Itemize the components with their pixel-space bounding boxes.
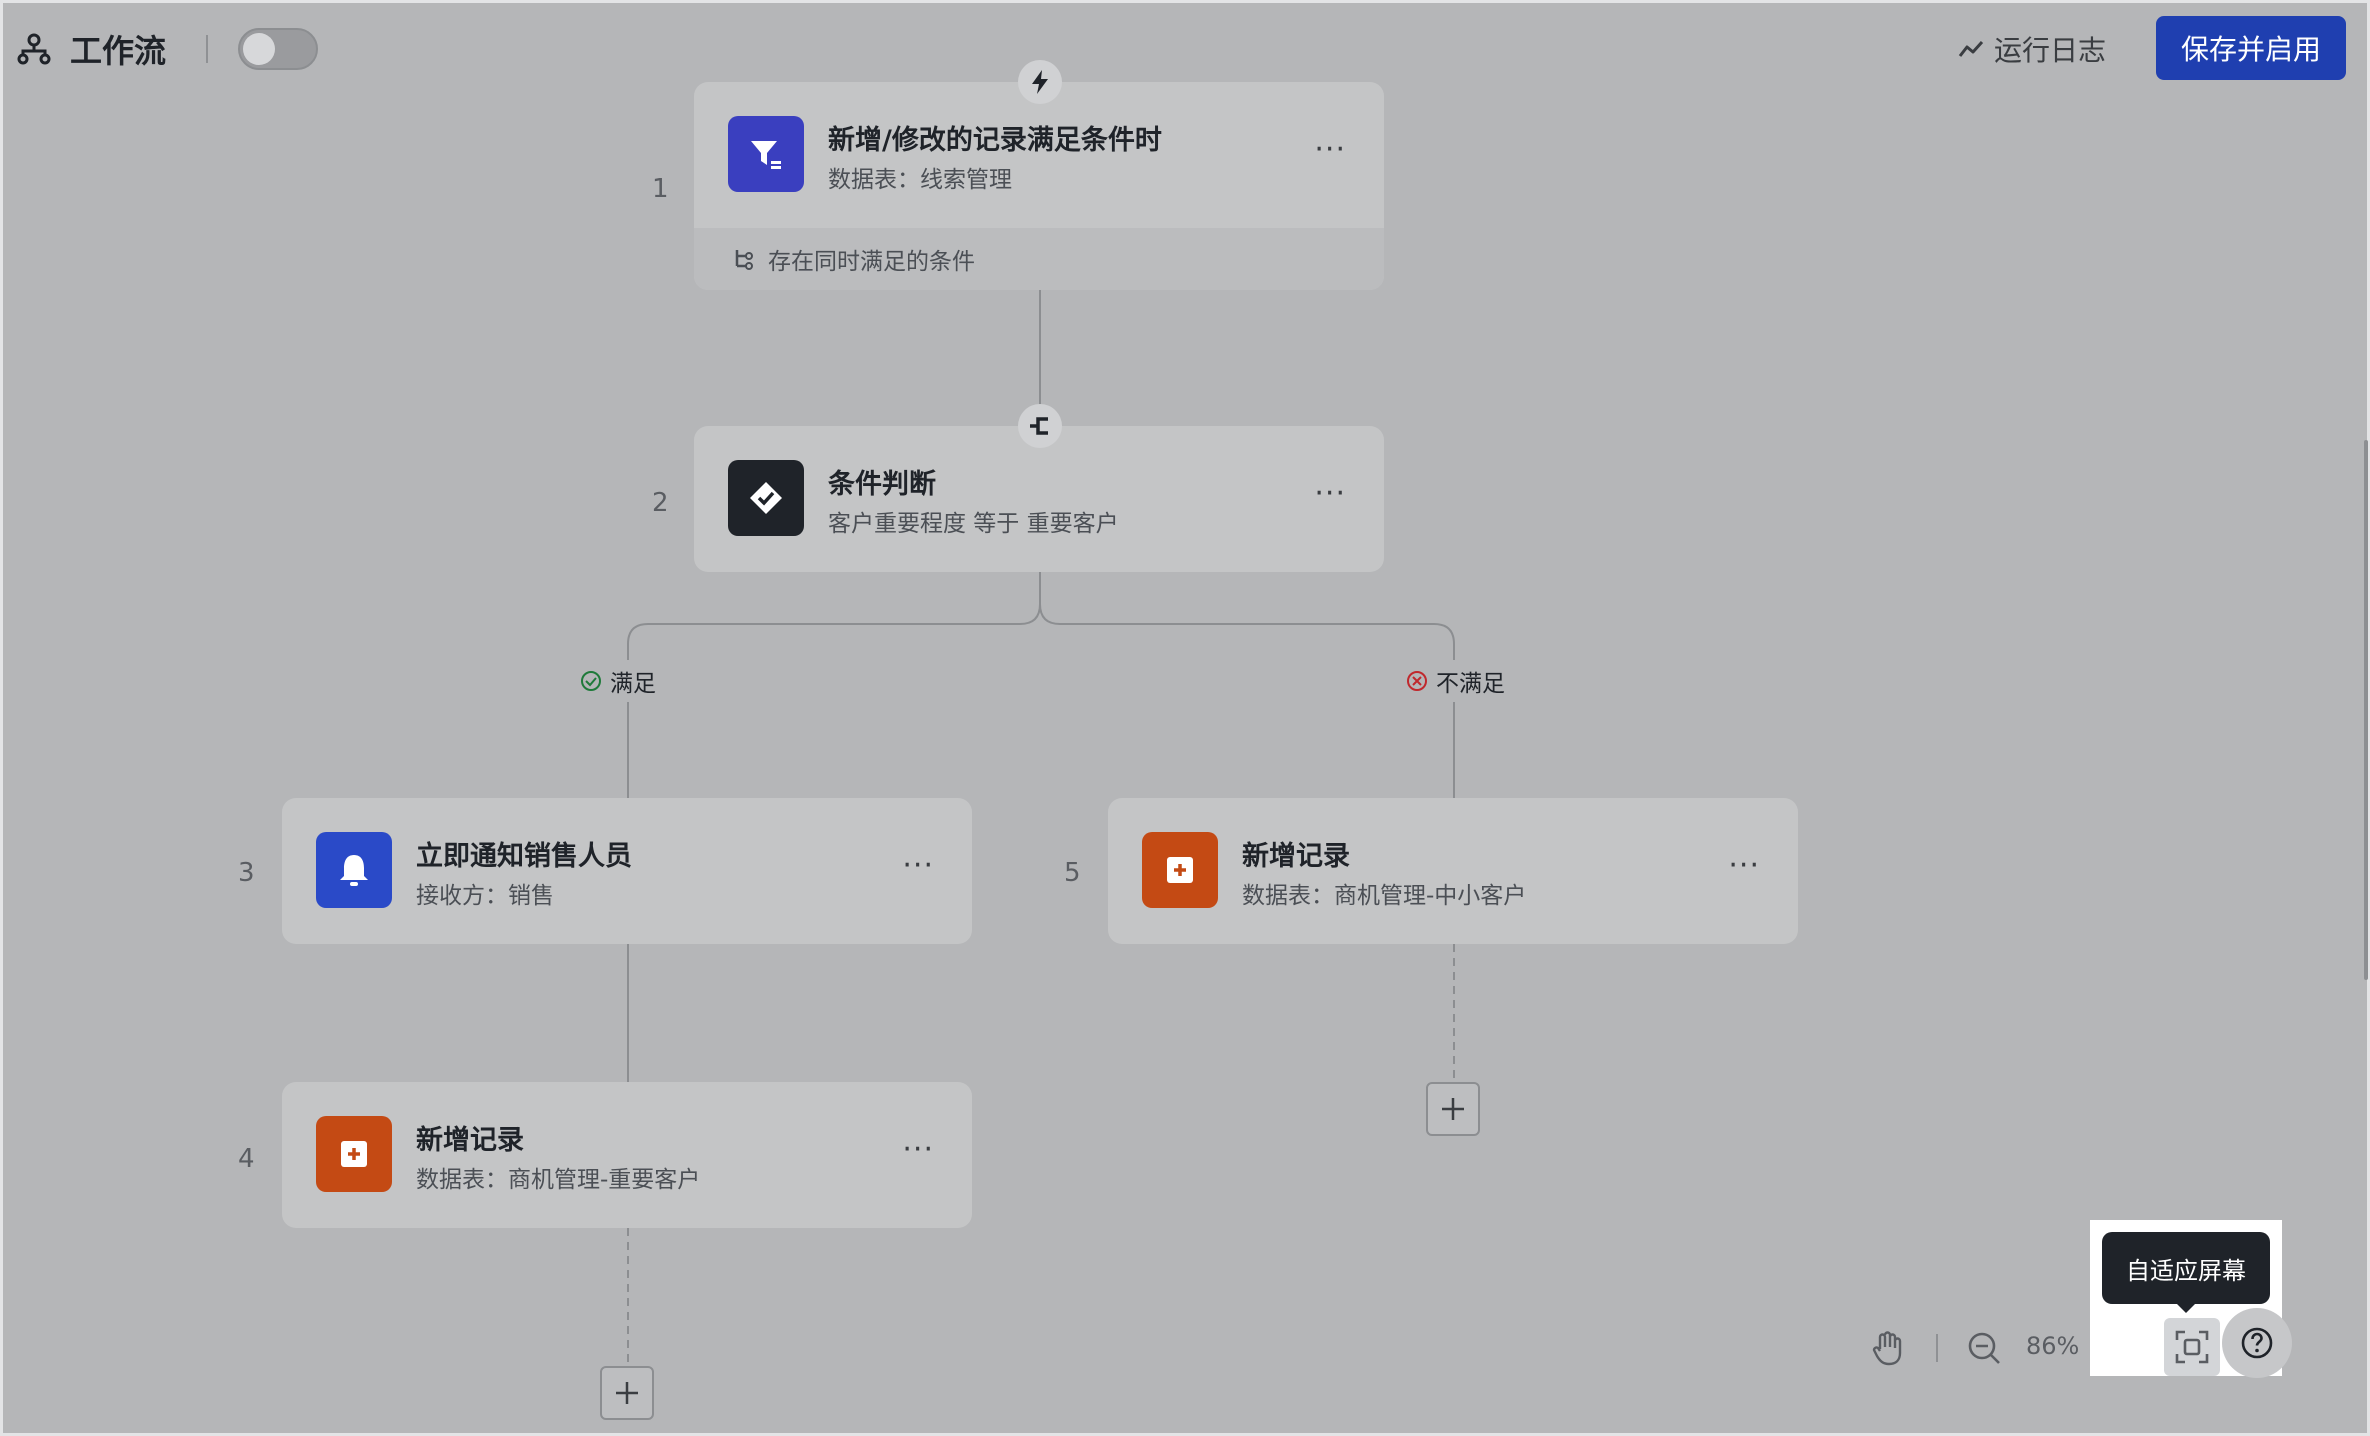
filter-icon	[728, 116, 804, 192]
branch-no-label: 不满足	[1406, 664, 1505, 698]
add-step-button[interactable]	[1426, 1082, 1480, 1136]
add-record-node[interactable]: 新增记录 数据表：商机管理-中小客户 ···	[1108, 798, 1798, 944]
plus-icon	[1442, 1098, 1464, 1120]
help-button[interactable]	[2222, 1308, 2292, 1378]
check-circle-icon	[581, 671, 601, 691]
node-title: 条件判断	[828, 469, 936, 500]
more-options-icon[interactable]: ···	[1314, 132, 1346, 167]
add-record-icon	[1142, 832, 1218, 908]
tooltip-arrow	[2176, 1303, 2196, 1313]
diamond-check-icon	[728, 460, 804, 536]
more-options-icon[interactable]: ···	[1728, 848, 1760, 883]
node-subtitle: 接收方：销售	[416, 883, 554, 909]
notify-node[interactable]: 立即通知销售人员 接收方：销售 ···	[282, 798, 972, 944]
bell-icon	[316, 832, 392, 908]
add-record-icon	[316, 1116, 392, 1192]
more-options-icon[interactable]: ···	[902, 848, 934, 883]
fit-screen-icon	[2175, 1330, 2209, 1364]
branch-icon	[735, 250, 753, 270]
toggle-knob	[243, 33, 276, 65]
node-subtitle: 客户重要程度 等于 重要客户	[828, 511, 1119, 537]
workflow-header: 工作流	[16, 24, 319, 74]
run-log-link[interactable]: 运行日志	[1958, 28, 2106, 70]
step-number: 1	[652, 174, 669, 204]
workflow-title: 工作流	[70, 32, 167, 70]
help-icon	[2241, 1327, 2273, 1359]
toolbar-divider	[1936, 1334, 1938, 1362]
trigger-node[interactable]: 新增/修改的记录满足条件时 数据表：线索管理 ··· 存在同时满足的条件	[694, 82, 1384, 290]
lightning-icon	[1018, 60, 1062, 104]
trend-icon	[1958, 40, 1984, 57]
more-options-icon[interactable]: ···	[902, 1132, 934, 1167]
node-condition-footer: 存在同时满足的条件	[694, 228, 1384, 290]
plus-icon	[616, 1382, 638, 1404]
step-number: 5	[1064, 858, 1081, 888]
step-number: 4	[238, 1144, 255, 1174]
pan-hand-icon[interactable]	[1868, 1326, 1908, 1370]
branch-yes-text: 满足	[610, 671, 656, 697]
fit-screen-button[interactable]	[2164, 1318, 2220, 1376]
node-title: 新增记录	[416, 1125, 524, 1156]
enable-toggle[interactable]	[238, 28, 319, 70]
fit-screen-tooltip: 自适应屏幕	[2102, 1232, 2270, 1304]
node-subtitle: 数据表：商机管理-重要客户	[416, 1167, 701, 1193]
step-number: 2	[652, 488, 669, 518]
branch-yes-label: 满足	[580, 664, 656, 698]
zoom-out-icon[interactable]	[1964, 1328, 2004, 1368]
node-title: 新增记录	[1242, 841, 1350, 872]
branch-no-text: 不满足	[1436, 671, 1505, 697]
add-step-button[interactable]	[600, 1366, 654, 1420]
node-subtitle: 数据表：商机管理-中小客户	[1242, 883, 1527, 909]
node-title: 立即通知销售人员	[416, 841, 632, 872]
more-options-icon[interactable]: ···	[1314, 476, 1346, 511]
zoom-level: 86%	[2026, 1332, 2080, 1360]
run-log-label: 运行日志	[1994, 34, 2107, 67]
step-number: 3	[238, 858, 255, 888]
node-subtitle: 数据表：线索管理	[828, 167, 1012, 193]
node-title: 新增/修改的记录满足条件时	[828, 125, 1162, 156]
save-and-enable-button[interactable]: 保存并启用	[2156, 16, 2346, 80]
divider	[206, 35, 209, 63]
node-footer-text: 存在同时满足的条件	[768, 249, 975, 275]
add-record-node[interactable]: 新增记录 数据表：商机管理-重要客户 ···	[282, 1082, 972, 1228]
branch-split-icon	[1018, 404, 1062, 448]
vertical-scrollbar[interactable]	[2364, 440, 2368, 980]
workflow-icon	[17, 33, 51, 65]
x-circle-icon	[1407, 671, 1427, 691]
